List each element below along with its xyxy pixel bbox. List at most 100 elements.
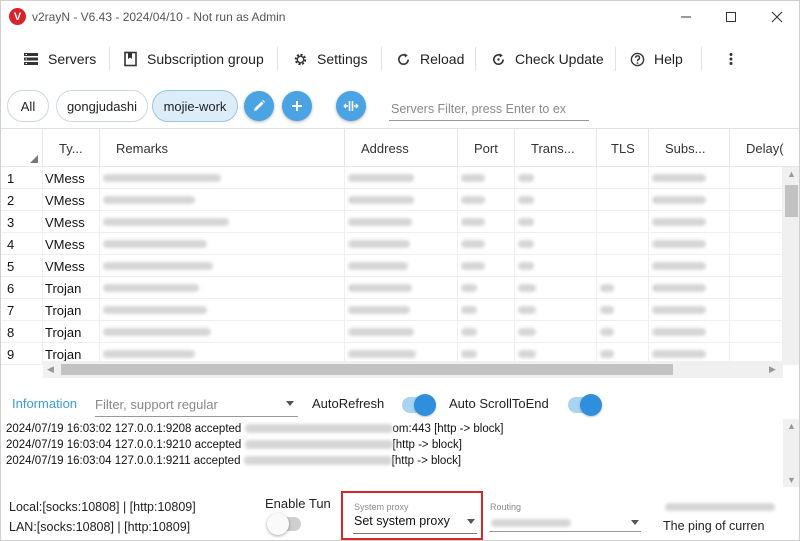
redacted-cell [730,277,783,299]
table-vertical-scrollbar[interactable]: ▲ [783,167,799,365]
redacted-cell [345,211,458,233]
routing-label: Routing [490,502,522,512]
column-header-remarks[interactable]: Remarks [100,129,345,167]
scroll-right-arrow-icon[interactable]: ▶ [769,364,776,375]
redacted-cell [597,321,649,343]
table-row[interactable]: 7 Trojan [1,299,783,321]
type-cell: Trojan [43,277,100,299]
redacted-text [103,350,195,358]
close-button[interactable] [757,5,797,29]
move-group-button[interactable] [336,91,366,121]
redacted-cell [100,277,345,299]
redacted-text [348,196,414,204]
scroll-up-arrow-icon[interactable]: ▲ [787,421,796,431]
redacted-cell [597,255,649,277]
redacted-text [600,350,614,358]
redacted-text [461,196,485,204]
type-cell: Trojan [43,299,100,321]
redacted-text [461,174,485,182]
edit-group-button[interactable] [244,91,274,121]
column-header-subscription[interactable]: Subs... [649,129,730,167]
group-chip-all[interactable]: All [7,90,49,122]
redacted-text [652,350,706,358]
chevron-down-icon [467,519,475,524]
redacted-text [103,196,195,204]
servers-menu-button[interactable]: Servers [23,45,96,73]
select-all-corner[interactable] [1,129,43,167]
enable-tun-label: Enable Tun [265,496,331,511]
scroll-left-arrow-icon[interactable]: ◀ [47,364,54,375]
servers-list-icon [24,53,38,65]
redacted-cell [649,233,730,255]
servers-filter-input[interactable] [389,93,589,121]
column-header-delay[interactable]: Delay( [730,129,799,167]
log-filter-placeholder: Filter, support regular [95,397,218,412]
help-label: Help [654,51,683,67]
table-row[interactable]: 2 VMess [1,189,783,211]
column-header-type[interactable]: Ty... [43,129,100,167]
more-options-button[interactable] [726,45,745,73]
table-row[interactable]: 1 VMess [1,167,783,189]
row-number: 6 [1,277,43,299]
servers-label: Servers [48,51,97,67]
scroll-down-arrow-icon[interactable]: ▼ [787,475,796,485]
redacted-cell [100,299,345,321]
routing-select[interactable]: Routing [489,498,641,532]
redacted-cell [458,211,515,233]
redacted-cell [515,211,597,233]
redacted-cell [649,255,730,277]
redacted-cell [515,299,597,321]
log-filter-combo[interactable]: Filter, support regular [95,393,298,417]
app-window: V v2rayN - V6.43 - 2024/04/10 - Not run … [0,0,800,541]
auto-scroll-toggle[interactable] [568,394,602,416]
toolbar-divider [109,47,110,71]
information-tab[interactable]: Information [12,396,77,411]
log-line-suffix: [http -> block] [392,439,462,451]
redacted-text [518,174,534,182]
redacted-cell [649,189,730,211]
table-row[interactable]: 6 Trojan [1,277,783,299]
table-horizontal-scrollbar[interactable]: ◀ ▶ [43,361,783,378]
toolbar-divider [615,47,616,71]
horizontal-scroll-thumb[interactable] [61,364,673,375]
vertical-scroll-thumb[interactable] [785,185,798,217]
column-header-transport[interactable]: Trans... [515,129,597,167]
subscription-group-button[interactable]: Subscription group [123,45,264,73]
column-header-port[interactable]: Port [458,129,515,167]
enable-tun-toggle[interactable] [267,513,301,535]
settings-button[interactable]: Settings [293,45,368,73]
column-header-tls[interactable]: TLS [597,129,649,167]
check-update-button[interactable]: Check Update [491,45,604,73]
main-toolbar: Servers Subscription group Settings Relo… [1,37,799,81]
log-vertical-scrollbar[interactable]: ▲ ▼ [783,419,799,487]
group-chip-mojie-work[interactable]: mojie-work [152,90,238,122]
redacted-cell [597,167,649,189]
redacted-cell [458,255,515,277]
redacted-cell [345,233,458,255]
redacted-cell [345,189,458,211]
auto-refresh-toggle[interactable] [402,394,436,416]
column-header-address[interactable]: Address [345,129,458,167]
toolbar-divider [381,47,382,71]
scroll-up-arrow-icon[interactable]: ▲ [787,169,796,179]
system-proxy-select[interactable]: System proxy Set system proxy [353,500,477,534]
reload-button[interactable]: Reload [396,45,464,73]
maximize-button[interactable] [711,5,751,29]
redacted-text [518,218,534,226]
table-row[interactable]: 3 VMess [1,211,783,233]
add-group-button[interactable] [282,91,312,121]
toolbar-divider [701,47,702,71]
type-cell: VMess [43,255,100,277]
row-number: 4 [1,233,43,255]
minimize-button[interactable] [666,5,706,29]
help-button[interactable]: Help [630,45,683,73]
redacted-cell [100,233,345,255]
group-chip-gongjudashi[interactable]: gongjudashi [56,90,148,122]
table-row[interactable]: 4 VMess [1,233,783,255]
redacted-cell [649,299,730,321]
log-line: 2024/07/19 16:03:02 127.0.0.1:9208 accep… [6,423,503,435]
redacted-text [461,284,477,292]
table-row[interactable]: 8 Trojan [1,321,783,343]
redacted-text [461,240,485,248]
table-row[interactable]: 5 VMess [1,255,783,277]
